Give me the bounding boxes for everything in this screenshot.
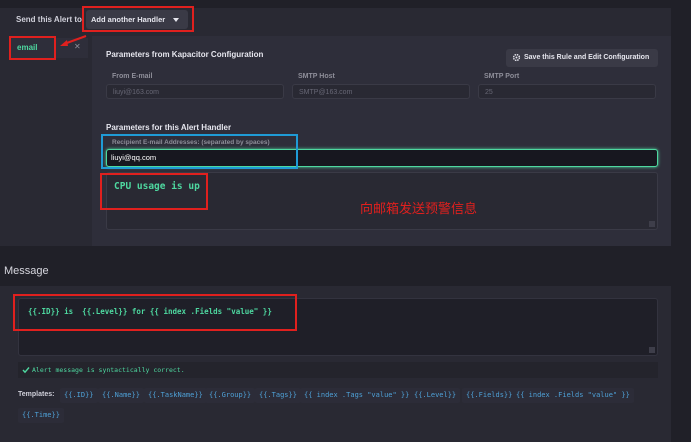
caret-down-icon <box>173 18 179 22</box>
template-id[interactable]: {{.ID}} <box>60 388 98 403</box>
resize-grip-icon <box>649 221 655 227</box>
highlight-box-recipient <box>101 134 298 169</box>
handler-tab-column <box>6 36 92 246</box>
smtp-port-field: 25 <box>478 84 656 99</box>
check-icon <box>22 367 30 374</box>
templates-label: Templates: <box>18 391 55 398</box>
save-rule-label: Save this Rule and Edit Configuration <box>524 54 650 61</box>
message-text: {{.ID}} is {{.Level}} for {{ index .Fiel… <box>28 307 272 316</box>
resize-grip-icon <box>649 347 655 353</box>
template-name[interactable]: {{.Name}} <box>98 388 144 403</box>
email-body-text: CPU usage is up <box>114 181 200 192</box>
template-taskname[interactable]: {{.TaskName}} <box>144 388 207 403</box>
template-index-fields[interactable]: {{ index .Fields "value" }} <box>512 388 634 403</box>
alert-handler-heading: Parameters for this Alert Handler <box>106 123 232 132</box>
from-email-field: liuyi@163.com <box>106 84 284 99</box>
template-group[interactable]: {{.Group}} <box>205 388 256 403</box>
gear-icon <box>512 53 521 62</box>
smtp-port-label: SMTP Port <box>484 73 520 80</box>
template-tags[interactable]: {{.Tags}} <box>255 388 301 403</box>
template-fields[interactable]: {{.Fields}} <box>462 388 517 403</box>
add-handler-label: Add another Handler <box>91 15 166 24</box>
send-to-label: Send this Alert to: <box>16 15 85 24</box>
from-email-label: From E-mail <box>112 73 153 80</box>
template-time[interactable]: {{.Time}} <box>18 408 64 423</box>
annotation-text: 向邮箱发送预警信息 <box>360 201 478 216</box>
smtp-host-label: SMTP Host <box>298 73 335 80</box>
message-textarea[interactable]: {{.ID}} is {{.Level}} for {{ index .Fiel… <box>18 298 658 356</box>
arrow-icon <box>60 35 87 46</box>
kapacitor-heading: Parameters from Kapacitor Configuration <box>106 50 264 59</box>
template-level[interactable]: {{.Level}} <box>410 388 461 403</box>
template-index-tags[interactable]: {{ index .Tags "value" }} <box>300 388 414 403</box>
add-handler-dropdown[interactable]: Add another Handler <box>86 10 188 29</box>
smtp-host-field: SMTP@163.com <box>292 84 470 99</box>
save-rule-button[interactable]: Save this Rule and Edit Configuration <box>506 49 658 67</box>
handler-tab-label: email <box>17 43 38 52</box>
validation-message: Alert message is syntactically correct. <box>32 366 185 374</box>
message-section-title: Message <box>4 265 49 277</box>
